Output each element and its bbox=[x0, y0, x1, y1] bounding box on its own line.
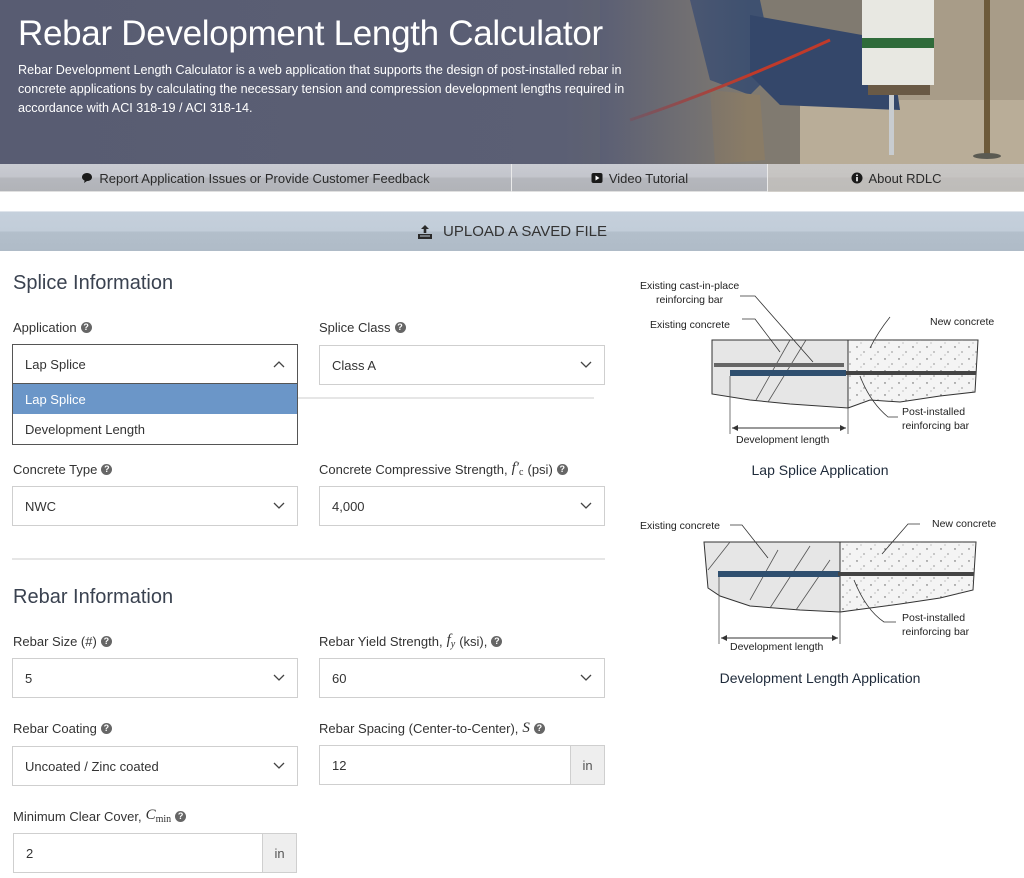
header-banner: Rebar Development Length Calculator Reba… bbox=[0, 0, 1024, 164]
yield-strength-label-text: Rebar Yield Strength, bbox=[319, 633, 443, 649]
application-label-text: Application bbox=[13, 320, 77, 335]
label-existing-concrete: Existing concrete bbox=[650, 319, 730, 331]
rebar-spacing-unit: in bbox=[570, 746, 604, 784]
help-icon[interactable]: ? bbox=[101, 464, 113, 475]
lap-splice-diagram: Existing cast-in-place reinforcing bar E… bbox=[640, 280, 994, 446]
help-icon[interactable]: ? bbox=[80, 322, 92, 333]
dropdown-option-lap-splice[interactable]: Lap Splice bbox=[13, 384, 297, 414]
yield-strength-value: 60 bbox=[332, 670, 347, 686]
application-value: Lap Splice bbox=[25, 356, 86, 372]
label-cip-bar-line1: Existing cast-in-place bbox=[640, 280, 739, 292]
splice-class-value: Class A bbox=[332, 357, 377, 373]
comment-icon bbox=[82, 173, 93, 183]
rebar-coating-value: Uncoated / Zinc coated bbox=[25, 758, 159, 774]
label-development-length: Development length bbox=[736, 434, 830, 446]
page-title: Rebar Development Length Calculator bbox=[18, 14, 603, 53]
rebar-section-title: Rebar Information bbox=[13, 586, 174, 608]
upload-saved-file-button[interactable]: UPLOAD A SAVED FILE bbox=[0, 211, 1024, 251]
splice-class-select[interactable]: Class A bbox=[319, 345, 605, 385]
rebar-spacing-label-text: Rebar Spacing (Center-to-Center), bbox=[319, 721, 519, 736]
rebar-size-select[interactable]: 5 bbox=[12, 658, 298, 698]
rebar-coating-label-text: Rebar Coating bbox=[13, 721, 97, 736]
rebar-size-label-text: Rebar Size (#) bbox=[13, 634, 97, 649]
application-dropdown-menu: Lap Splice Development Length bbox=[12, 384, 298, 445]
help-icon[interactable]: ? bbox=[100, 723, 112, 734]
chevron-down-icon bbox=[273, 502, 285, 509]
help-icon[interactable]: ? bbox=[394, 322, 406, 333]
help-icon[interactable]: ? bbox=[100, 636, 112, 647]
play-icon bbox=[591, 173, 603, 183]
concrete-type-label-text: Concrete Type bbox=[13, 462, 98, 477]
rebar-coating-select[interactable]: Uncoated / Zinc coated bbox=[12, 746, 298, 786]
help-icon[interactable]: ? bbox=[175, 810, 187, 822]
chevron-down-icon bbox=[273, 674, 285, 681]
compressive-strength-select[interactable]: 4,000 bbox=[319, 486, 605, 526]
nav-about-label: About RDLC bbox=[868, 170, 942, 186]
splice-class-label-text: Splice Class bbox=[319, 320, 391, 335]
development-length-caption: Development Length Application bbox=[719, 670, 921, 686]
rebar-spacing-label: Rebar Spacing (Center-to-Center), S ? bbox=[319, 720, 545, 737]
rebar-size-label: Rebar Size (#) ? bbox=[13, 634, 112, 649]
fy-symbol: fy bbox=[446, 632, 456, 650]
concrete-type-label: Concrete Type ? bbox=[13, 462, 113, 477]
rebar-size-value: 5 bbox=[25, 670, 33, 686]
label-post-installed-line1: Post-installed bbox=[902, 406, 965, 418]
compressive-strength-value: 4,000 bbox=[332, 498, 365, 514]
clear-cover-label: Minimum Clear Cover, Cmin ? bbox=[13, 807, 187, 825]
app-description: Rebar Development Length Calculator is a… bbox=[18, 63, 625, 115]
label-post-installed-line2: reinforcing bar bbox=[902, 626, 970, 638]
info-icon bbox=[851, 172, 862, 184]
concrete-type-value: NWC bbox=[25, 498, 57, 514]
s-symbol: S bbox=[522, 720, 530, 736]
help-icon[interactable]: ? bbox=[556, 463, 568, 475]
rebar-coating-label: Rebar Coating ? bbox=[13, 721, 112, 736]
application-select[interactable]: Lap Splice bbox=[12, 344, 298, 384]
chevron-up-icon bbox=[273, 361, 285, 368]
help-icon[interactable]: ? bbox=[533, 723, 545, 734]
chevron-down-icon bbox=[580, 674, 592, 681]
label-new-concrete: New concrete bbox=[930, 316, 994, 328]
label-cip-bar-line2: reinforcing bar bbox=[656, 294, 724, 306]
label-new-concrete: New concrete bbox=[932, 518, 996, 530]
chevron-down-icon bbox=[580, 361, 592, 368]
compressive-strength-label-text: Concrete Compressive Strength, bbox=[319, 461, 508, 477]
upload-label: UPLOAD A SAVED FILE bbox=[443, 223, 607, 240]
nav-about-link[interactable]: About RDLC bbox=[768, 164, 1024, 192]
nav-video-tutorial-link[interactable]: Video Tutorial bbox=[512, 164, 768, 192]
section-divider bbox=[12, 558, 605, 560]
top-nav: Report Application Issues or Provide Cus… bbox=[0, 164, 1024, 192]
chevron-down-icon bbox=[580, 502, 592, 509]
help-icon[interactable]: ? bbox=[491, 635, 503, 647]
clear-cover-label-text: Minimum Clear Cover, bbox=[13, 808, 142, 824]
nav-feedback-link[interactable]: Report Application Issues or Provide Cus… bbox=[0, 164, 512, 192]
lap-splice-caption: Lap Splice Application bbox=[751, 462, 889, 478]
compressive-strength-unit: (psi) bbox=[527, 461, 553, 477]
upload-icon bbox=[418, 224, 433, 239]
splice-class-label: Splice Class ? bbox=[319, 320, 406, 335]
section-divider bbox=[298, 397, 594, 399]
application-label: Application ? bbox=[13, 320, 92, 335]
development-length-diagram: Existing concrete New concrete Post-inst… bbox=[640, 518, 996, 653]
splice-section-title: Splice Information bbox=[13, 272, 174, 294]
concrete-type-select[interactable]: NWC bbox=[12, 486, 298, 526]
dropdown-option-development-length[interactable]: Development Length bbox=[13, 414, 297, 444]
yield-strength-select[interactable]: 60 bbox=[319, 658, 605, 698]
clear-cover-input[interactable] bbox=[14, 834, 262, 872]
rebar-spacing-input[interactable] bbox=[320, 746, 570, 784]
label-existing-concrete: Existing concrete bbox=[640, 520, 720, 532]
yield-strength-label: Rebar Yield Strength, fy (ksi), ? bbox=[319, 632, 503, 650]
cmin-symbol: Cmin bbox=[145, 807, 172, 825]
rebar-spacing-field: in bbox=[319, 745, 605, 785]
label-post-installed-line1: Post-installed bbox=[902, 612, 965, 624]
yield-strength-unit: (ksi), bbox=[459, 633, 488, 649]
nav-feedback-label: Report Application Issues or Provide Cus… bbox=[99, 170, 430, 186]
fc-symbol: f′c bbox=[511, 460, 524, 478]
nav-video-label: Video Tutorial bbox=[608, 170, 689, 186]
label-development-length: Development length bbox=[730, 641, 824, 653]
chevron-down-icon bbox=[273, 762, 285, 769]
compressive-strength-label: Concrete Compressive Strength, f′c (psi)… bbox=[319, 460, 568, 478]
label-post-installed-line2: reinforcing bar bbox=[902, 420, 970, 432]
clear-cover-field: in bbox=[13, 833, 297, 873]
clear-cover-unit: in bbox=[262, 834, 296, 872]
